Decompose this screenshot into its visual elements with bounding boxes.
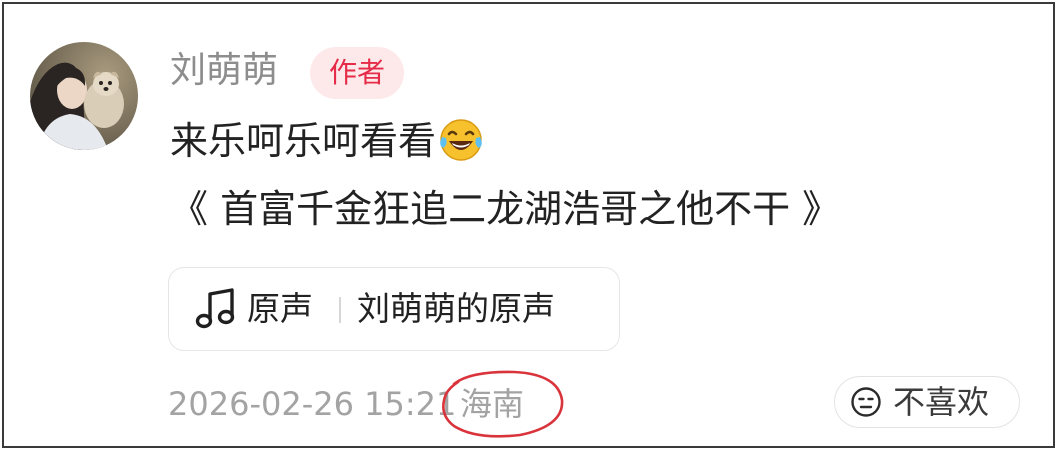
- avatar-photo: [30, 42, 138, 150]
- sound-type-label: 原声: [247, 289, 313, 328]
- music-note-icon: [195, 288, 235, 329]
- neutral-face-icon: [851, 387, 881, 417]
- dislike-button[interactable]: 不喜欢: [834, 376, 1020, 428]
- comment-timestamp: 2026-02-26 15:21: [168, 385, 457, 423]
- comment-text-line-2: 《 首富千金狂追二龙湖浩哥之他不干 》: [170, 187, 841, 231]
- original-sound-card[interactable]: 原声 刘萌萌的原声: [168, 267, 620, 351]
- laughing-tears-emoji-icon: [440, 119, 482, 161]
- comment-text: 来乐呵乐呵看看: [170, 119, 437, 163]
- comment-card: 刘萌萌 作者 来乐呵乐呵看看 《 首富千金狂追二龙湖浩哥之他不干 》 原声 刘萌…: [2, 2, 1055, 448]
- divider: [339, 297, 341, 323]
- dislike-label: 不喜欢: [893, 383, 990, 421]
- author-name[interactable]: 刘萌萌: [170, 48, 278, 94]
- avatar[interactable]: [30, 42, 138, 150]
- sound-title: 刘萌萌的原声: [357, 289, 555, 328]
- comment-text-line-1: 来乐呵乐呵看看: [170, 117, 484, 165]
- comment-location: 海南: [460, 385, 525, 423]
- author-badge: 作者: [310, 47, 404, 99]
